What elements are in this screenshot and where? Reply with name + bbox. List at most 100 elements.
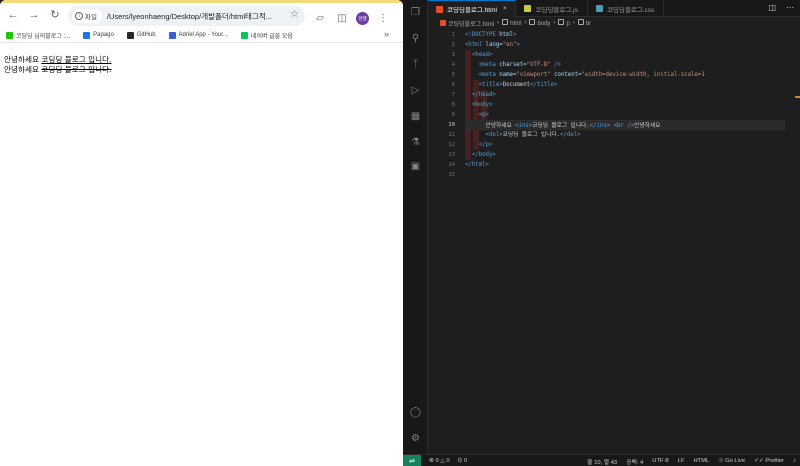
inserted-text: 코딩딩 블로그 입니다.: [41, 55, 112, 64]
code-token: "en": [502, 42, 517, 48]
indentation[interactable]: 공백: 4: [626, 457, 643, 466]
bookmark-item[interactable]: GitHub: [126, 31, 156, 39]
split-editor-icon[interactable]: ◫: [768, 3, 776, 12]
code-token: "UTF-8": [526, 62, 551, 68]
ports-indicator[interactable]: ℚ 0: [458, 458, 467, 464]
bookmark-item[interactable]: 네이버 글꼴 모음: [240, 31, 293, 40]
breadcrumb-item[interactable]: p: [558, 19, 570, 27]
extensions-icon[interactable]: ▱: [312, 11, 328, 27]
greeting-text: 안녕하세요: [4, 65, 42, 74]
breadcrumb-separator-icon: ›: [524, 20, 527, 26]
code-line[interactable]: <del>코딩딩 블로그 입니다.</del>: [465, 130, 785, 140]
end-of-line[interactable]: LF: [678, 458, 685, 464]
notifications-bell-icon[interactable]: ♪: [793, 458, 796, 464]
code-line[interactable]: <meta name="viewport" content="width=dev…: [465, 70, 785, 80]
greeting-text: 안녕하세요: [4, 55, 42, 64]
run-debug-icon[interactable]: ▷: [409, 84, 422, 97]
more-menu-icon[interactable]: ⋮: [375, 11, 391, 27]
code-token: <p>: [478, 112, 489, 118]
breadcrumb-item[interactable]: br: [577, 19, 592, 27]
more-actions-icon[interactable]: ⋯: [786, 3, 794, 12]
language-mode[interactable]: HTML: [694, 458, 710, 464]
code-token: name: [499, 72, 513, 78]
bookmark-label: 네이버 글꼴 모음: [250, 33, 293, 40]
bookmark-item[interactable]: Papago: [83, 31, 114, 39]
code-token: <meta: [478, 62, 500, 68]
breadcrumb-label: html: [510, 21, 522, 27]
breadcrumb-label: br: [585, 21, 592, 27]
extensions-icon[interactable]: ▦: [409, 110, 422, 123]
search-icon[interactable]: ⚲: [409, 32, 422, 45]
profile-avatar[interactable]: 현행: [356, 12, 369, 25]
tab-label: 코딩딩블로그.html: [447, 7, 497, 14]
editor-tab[interactable]: 코딩딩블로그.js: [516, 0, 588, 17]
code-line[interactable]: <title>Document</title>: [465, 80, 785, 90]
reload-icon[interactable]: ↻: [47, 8, 63, 24]
line-number: 12: [448, 142, 455, 148]
code-line[interactable]: </p>: [465, 140, 785, 150]
code-token: </title>: [530, 82, 558, 88]
encoding[interactable]: UTF-8: [652, 458, 668, 464]
line-number-gutter: 1 2 3 4 5 6 7 8 9 10 11 12 13 14 15: [428, 30, 458, 180]
status-bar-right: 줄 10, 열 43 공백: 4 UTF-8 LF HTML ☉ Go Live…: [578, 455, 796, 466]
bookmark-favicon-icon: [83, 31, 91, 39]
code-line[interactable]: </body>: [465, 150, 785, 160]
cursor-position[interactable]: 줄 10, 열 43: [587, 457, 617, 466]
code-line[interactable]: <head>: [465, 50, 785, 60]
breadcrumb: 코딩딩블로그.html › html › body › p › br: [428, 17, 800, 29]
code-line[interactable]: <html lang="en">: [465, 40, 785, 50]
back-icon[interactable]: ←: [5, 8, 21, 24]
testing-icon[interactable]: ⚗: [409, 136, 422, 149]
prettier-button[interactable]: ✓✓ Prettier: [754, 458, 784, 464]
problems-indicator[interactable]: ⊗ 0 △ 0: [429, 458, 450, 464]
bookmarks-overflow-icon[interactable]: »: [384, 29, 389, 39]
settings-gear-icon[interactable]: ⚙: [409, 432, 422, 445]
code-line[interactable]: [465, 170, 785, 180]
line-number: 10: [448, 122, 455, 128]
code-line[interactable]: <meta charset="UTF-8" />: [465, 60, 785, 70]
breadcrumb-item[interactable]: 코딩딩블로그.html: [440, 19, 494, 28]
code-line[interactable]: </html>: [465, 160, 785, 170]
code-token: lang: [485, 42, 500, 48]
breadcrumb-separator-icon: ›: [572, 20, 575, 26]
line-number: 5: [451, 72, 455, 78]
code-line[interactable]: <body>: [465, 100, 785, 110]
editor-tab[interactable]: 코딩딩블로그.css: [588, 0, 665, 17]
breadcrumb-item[interactable]: body: [529, 19, 550, 27]
vscode-window: ❐ ⚲ ᛉ ▷ ▦ ⚗ ▣ ◯ ⚙ 코딩딩블로그.html × 코딩딩블로그.js 코…: [403, 0, 800, 466]
bookmark-star-icon[interactable]: ☆: [290, 9, 299, 20]
source-control-icon[interactable]: ᛉ: [409, 58, 422, 71]
code-line[interactable]: 안녕하세요 <ins>코딩딩 블로그 입니다.</ins> <br />안녕하세…: [465, 120, 785, 130]
info-icon: i: [75, 12, 83, 20]
editor-tab[interactable]: 코딩딩블로그.html ×: [428, 0, 517, 17]
breadcrumb-item[interactable]: html: [502, 19, 521, 27]
code-editor[interactable]: <!DOCTYPE html> <html lang="en"> <head> <…: [465, 30, 785, 180]
site-info-label: 파일: [85, 14, 97, 21]
code-line[interactable]: <p>: [465, 110, 785, 120]
site-info-chip[interactable]: i 파일: [72, 9, 102, 23]
go-live-button[interactable]: ☉ Go Live: [718, 458, 745, 464]
code-line[interactable]: </head>: [465, 90, 785, 100]
code-token: </del>: [560, 132, 581, 138]
remote-explorer-icon[interactable]: ▣: [409, 160, 422, 173]
bookmark-item[interactable]: Adriel App - Your...: [168, 31, 228, 39]
close-tab-icon[interactable]: ×: [503, 6, 507, 12]
code-token: 코딩딩 블로그 입니다.: [532, 123, 590, 129]
browser-toolbar: ← → ↻ i 파일 /Users/lyeonhaeng/Desktop/개발폴…: [0, 3, 403, 28]
line-number: 4: [451, 62, 455, 68]
code-line[interactable]: <!DOCTYPE html>: [465, 30, 785, 40]
forward-icon[interactable]: →: [26, 8, 42, 24]
side-panel-icon[interactable]: ◫: [334, 11, 350, 27]
bookmark-item[interactable]: 코딩딩 님의블로그 :...: [6, 31, 70, 40]
bookmark-label: 코딩딩 님의블로그 :...: [16, 33, 71, 40]
remote-indicator-icon[interactable]: ⇌: [403, 454, 421, 466]
explorer-icon[interactable]: ❐: [409, 6, 422, 19]
address-bar[interactable]: i 파일 /Users/lyeonhaeng/Desktop/개발폴더/html…: [68, 6, 305, 26]
bookmark-label: Papago: [93, 32, 114, 38]
url-text[interactable]: /Users/lyeonhaeng/Desktop/개발폴더/html태그적..…: [107, 11, 282, 22]
line-number: 14: [448, 162, 455, 168]
account-icon[interactable]: ◯: [409, 406, 422, 419]
